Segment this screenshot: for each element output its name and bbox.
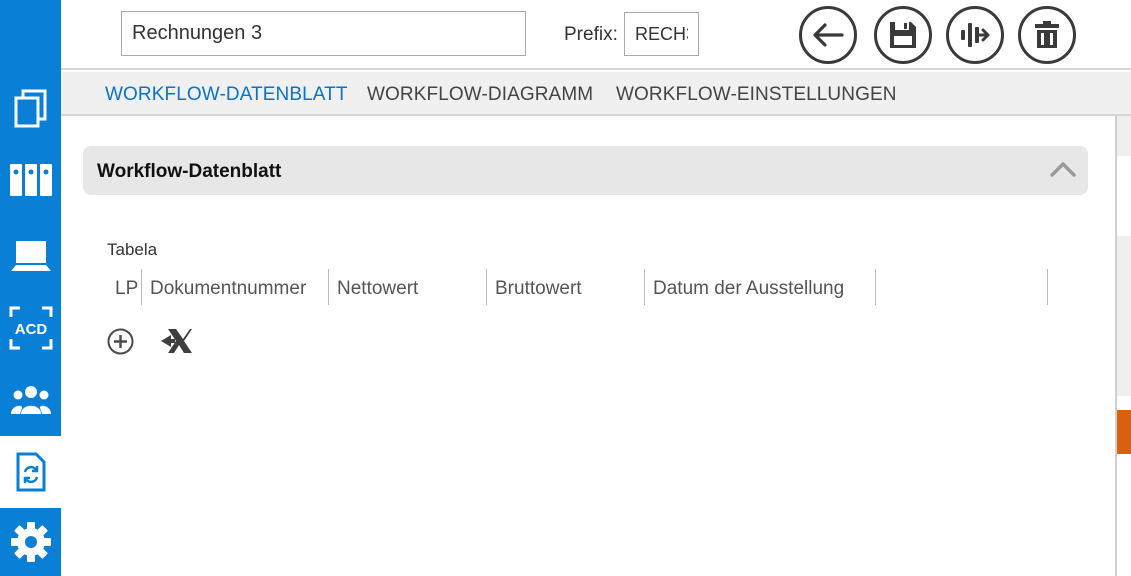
- delete-button[interactable]: [1018, 6, 1076, 64]
- column-header-dokumentnummer: Dokumentnummer: [150, 278, 307, 299]
- trash-icon: [1035, 21, 1059, 48]
- excel-export-icon[interactable]: [159, 326, 193, 356]
- sidebar-item-settings[interactable]: [0, 508, 61, 576]
- column-divider[interactable]: [328, 269, 329, 305]
- sidebar-item-documents[interactable]: [0, 74, 61, 142]
- tabs-bar: WORKFLOW-DATENBLATT WORKFLOW-DIAGRAMM WO…: [61, 72, 1131, 116]
- table-label: Tabela: [107, 240, 158, 259]
- column-header-datum: Datum der Ausstellung: [653, 278, 845, 299]
- column-header-bruttowert: Bruttowert: [495, 278, 582, 299]
- workflow-sync-icon: [16, 452, 45, 492]
- save-button[interactable]: [874, 6, 932, 64]
- column-divider[interactable]: [486, 269, 487, 305]
- tab-workflow-datenblatt[interactable]: WORKFLOW-DATENBLATT: [105, 84, 348, 106]
- sidebar-item-binders[interactable]: [0, 146, 61, 214]
- workflow-name-input[interactable]: [121, 11, 526, 56]
- right-scroll-strip: [1115, 116, 1131, 576]
- prefix-label: Prefix:: [564, 24, 618, 45]
- column-divider[interactable]: [644, 269, 645, 305]
- right-strip-block: [1117, 236, 1131, 396]
- top-bar: Prefix:: [61, 0, 1131, 70]
- save-icon: [890, 22, 916, 48]
- add-row-icon[interactable]: [107, 328, 134, 355]
- gear-icon: [10, 522, 51, 562]
- column-header-lp: LP: [115, 278, 139, 299]
- sidebar-item-computer[interactable]: [0, 222, 61, 290]
- deploy-icon: [961, 23, 990, 47]
- sidebar-item-users[interactable]: [0, 366, 61, 434]
- column-divider[interactable]: [875, 269, 876, 305]
- chevron-up-icon[interactable]: [1050, 160, 1076, 178]
- sidebar-item-acd[interactable]: ACD: [0, 294, 61, 362]
- users-icon: [10, 386, 51, 414]
- computer-icon: [10, 241, 51, 271]
- panel-title: Workflow-Datenblatt: [97, 161, 282, 182]
- sidebar: ACD: [0, 0, 61, 576]
- column-divider[interactable]: [1047, 269, 1048, 305]
- right-strip-marker[interactable]: [1117, 410, 1131, 454]
- tab-workflow-diagramm[interactable]: WORKFLOW-DIAGRAMM: [367, 84, 593, 106]
- panel-header[interactable]: Workflow-Datenblatt: [83, 146, 1088, 195]
- column-header-nettowert: Nettowert: [337, 278, 419, 299]
- tab-workflow-einstellungen[interactable]: WORKFLOW-EINSTELLUNGEN: [616, 84, 897, 106]
- back-button[interactable]: [799, 6, 857, 64]
- documents-icon: [14, 89, 46, 128]
- binders-icon: [9, 164, 52, 196]
- sidebar-item-workflow[interactable]: [0, 436, 61, 508]
- right-strip-block: [1117, 116, 1131, 156]
- prefix-input[interactable]: [624, 12, 699, 56]
- deploy-button[interactable]: [946, 6, 1004, 64]
- acd-scan-icon: ACD: [9, 306, 52, 350]
- acd-label: ACD: [14, 321, 47, 338]
- back-arrow-icon: [813, 23, 844, 47]
- column-divider[interactable]: [141, 269, 142, 305]
